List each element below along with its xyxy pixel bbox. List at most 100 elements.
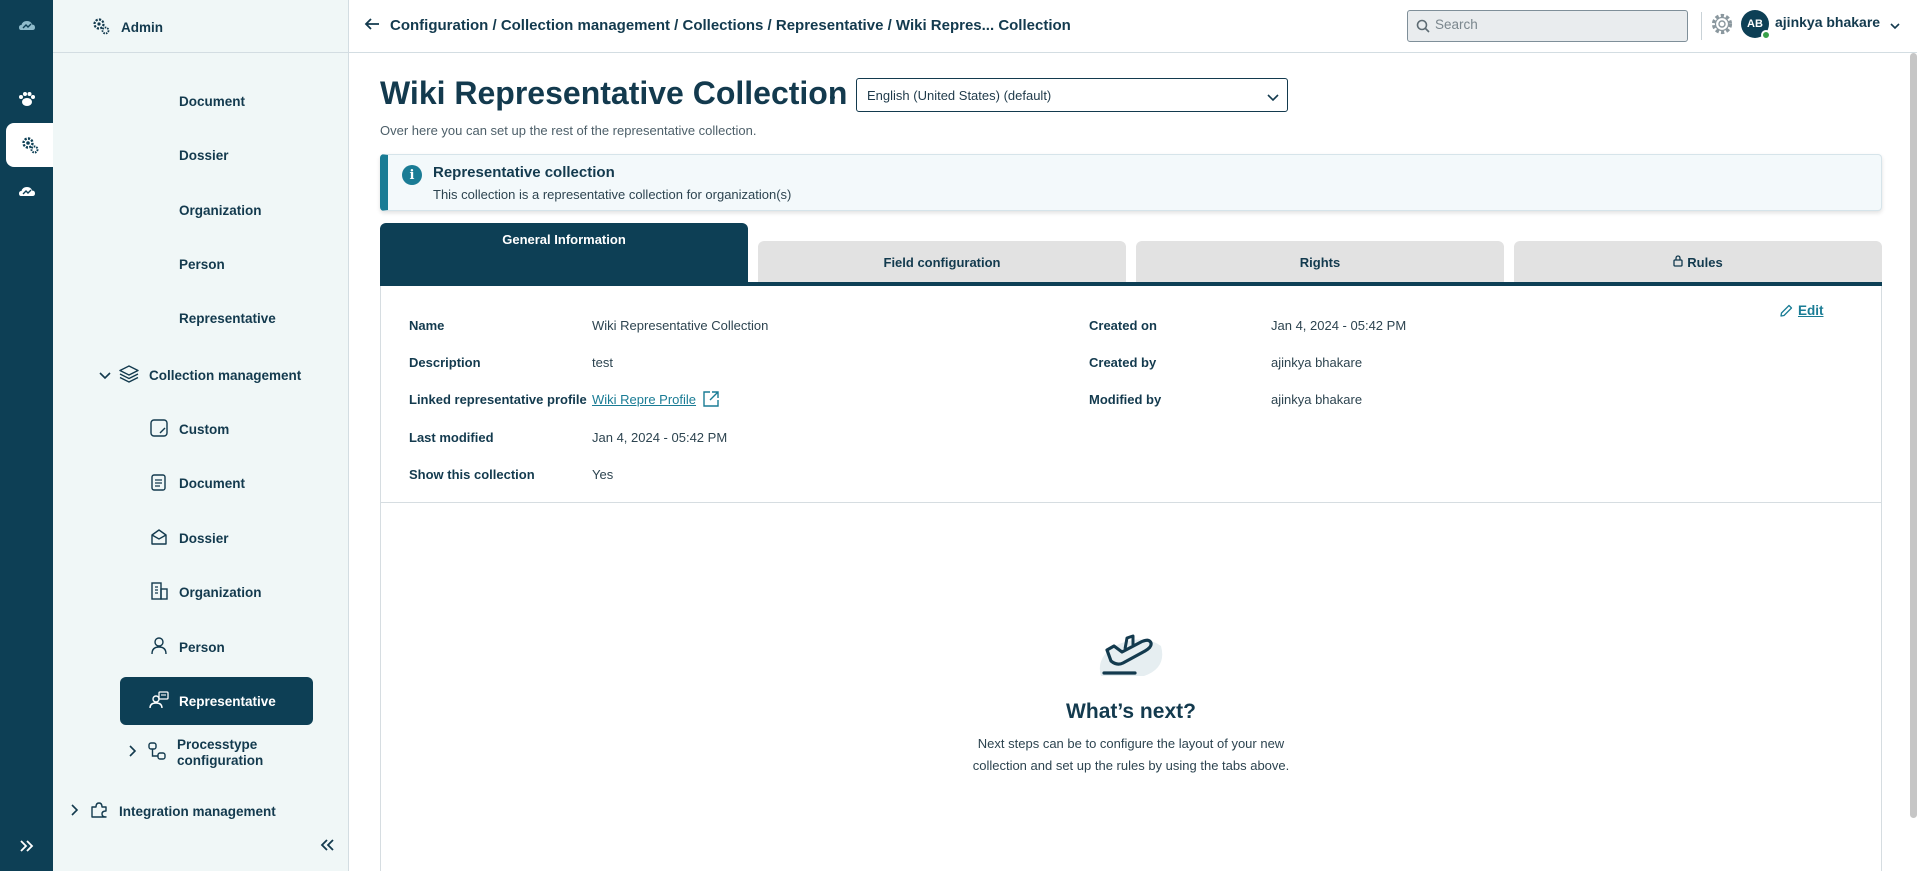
modified-by-label: Modified by: [1089, 392, 1162, 407]
tab-field-configuration[interactable]: Field configuration: [758, 241, 1126, 283]
tab-label: Rules: [1687, 254, 1723, 270]
avatar[interactable]: AB: [1741, 10, 1771, 40]
sidebar-item-person-top[interactable]: Person: [179, 257, 225, 272]
admin-gear-icon[interactable]: [6, 123, 53, 167]
description-label: Description: [409, 355, 481, 370]
expand-rail-icon[interactable]: [0, 824, 53, 868]
chevron-right-icon: [71, 804, 79, 819]
avatar-initials: AB: [1747, 18, 1763, 30]
search-input[interactable]: [1435, 17, 1675, 32]
sidebar-item-label: Processtype configuration: [177, 737, 264, 768]
sidebar-item-label: Dossier: [179, 531, 229, 546]
external-link-icon[interactable]: [702, 390, 720, 413]
settings-gear-icon[interactable]: [1709, 11, 1735, 42]
user-name[interactable]: ajinkya bhakare: [1775, 14, 1880, 30]
sidebar-item-representative[interactable]: Representative: [149, 690, 276, 713]
linked-profile-link[interactable]: Wiki Repre Profile: [592, 392, 696, 407]
created-by-value: ajinkya bhakare: [1271, 355, 1363, 370]
sidebar-item-organization-top[interactable]: Organization: [179, 203, 262, 218]
tab-label: Field configuration: [883, 254, 1001, 270]
created-on-value: Jan 4, 2024 - 05:42 PM: [1271, 318, 1407, 333]
sidebar-item-label: Admin: [121, 20, 163, 35]
chevron-right-icon: [129, 745, 137, 761]
scrollbar[interactable]: [1910, 53, 1917, 818]
logo-icon[interactable]: [0, 4, 53, 48]
sidebar-item-document[interactable]: Document: [149, 472, 245, 495]
breadcrumb[interactable]: Configuration / Collection management / …: [390, 17, 1071, 34]
edit-button[interactable]: Edit: [1798, 303, 1824, 318]
search-icon: [1416, 19, 1430, 38]
description-value: test: [592, 355, 613, 370]
whats-next-line: collection and set up the rules by using…: [972, 758, 1290, 773]
sidebar-item-label: Representative: [179, 694, 276, 709]
process-icon: [147, 741, 167, 765]
lock-icon: [1673, 254, 1683, 270]
sidebar-item-document-top[interactable]: Document: [179, 94, 245, 109]
chevron-down-icon: [99, 368, 111, 383]
tab-label: General Information: [502, 232, 626, 247]
sidebar-item-label: Representative: [179, 311, 276, 326]
sidebar-item-dossier[interactable]: Dossier: [149, 527, 229, 550]
search-box[interactable]: [1407, 10, 1688, 42]
cloud-icon[interactable]: [0, 170, 53, 214]
last-modified-value: Jan 4, 2024 - 05:42 PM: [592, 430, 728, 445]
modified-by-value: ajinkya bhakare: [1271, 392, 1363, 407]
info-banner-title: Representative collection: [433, 164, 615, 181]
sidebar-item-label: Dossier: [179, 148, 229, 163]
sidebar-item-person[interactable]: Person: [149, 636, 225, 659]
sidebar-item-processtype[interactable]: Processtype configuration: [129, 737, 263, 769]
pencil-icon[interactable]: [1779, 304, 1793, 323]
tab-general-information[interactable]: General Information: [380, 223, 748, 283]
tab-rights[interactable]: Rights: [1136, 241, 1504, 283]
top-bar: Configuration / Collection management / …: [349, 0, 1917, 53]
last-modified-label: Last modified: [409, 430, 494, 445]
created-by-label: Created by: [1089, 355, 1157, 370]
sidebar-item-integration-management[interactable]: Integration management: [71, 800, 276, 823]
name-label: Name: [409, 318, 445, 333]
paw-icon[interactable]: [0, 77, 53, 121]
online-status-icon: [1761, 30, 1771, 40]
whats-next-title: What’s next?: [1066, 700, 1196, 723]
show-collection-value: Yes: [592, 467, 614, 482]
custom-doc-icon: [149, 418, 169, 441]
sidebar-item-dossier-top[interactable]: Dossier: [179, 148, 229, 163]
title-dot: [830, 95, 835, 100]
info-banner: i Representative collection This collect…: [380, 154, 1882, 211]
divider: [1701, 12, 1702, 40]
sidebar-item-label: Person: [179, 640, 225, 655]
page-title: Wiki Representative Collection: [380, 75, 848, 111]
tab-panel: [380, 286, 1882, 871]
name-value: Wiki Representative Collection: [592, 318, 769, 333]
info-icon: i: [402, 165, 422, 185]
representative-icon: [149, 690, 169, 713]
sidebar-item-label: Document: [179, 94, 246, 109]
sidebar-item-label: Integration management: [119, 804, 276, 819]
gear-icon: [91, 16, 111, 39]
language-select-value: English (United States) (default): [867, 88, 1052, 103]
document-icon: [149, 472, 169, 495]
sidebar-item-label: Person: [179, 257, 225, 272]
sidebar-item-organization[interactable]: Organization: [149, 581, 262, 604]
info-banner-text: This collection is a representative coll…: [433, 187, 792, 202]
sidebar-item-custom[interactable]: Custom: [149, 418, 229, 441]
sidebar-item-label: Document: [179, 476, 246, 491]
layers-icon: [119, 365, 139, 386]
building-icon: [149, 581, 169, 604]
collapse-sidebar-icon[interactable]: [319, 838, 335, 857]
whats-next-line: Next steps can be to configure the layou…: [977, 736, 1285, 751]
tab-rules[interactable]: Rules: [1514, 241, 1882, 283]
panel-divider: [380, 502, 1882, 503]
back-arrow-icon[interactable]: [364, 16, 380, 37]
sidebar-group-collection-management[interactable]: Collection management: [99, 365, 301, 386]
sidebar-item-label: Organization: [179, 585, 262, 600]
person-icon: [149, 636, 169, 659]
sidebar-item-representative-top[interactable]: Representative: [179, 311, 276, 326]
sidebar-item-admin[interactable]: Admin: [91, 16, 163, 39]
sidebar-nav: Admin Document Dossier Organization Pers…: [53, 0, 349, 871]
airplane-takeoff-icon: [1089, 616, 1169, 687]
show-collection-label: Show this collection: [409, 467, 535, 482]
sidebar-item-label: Custom: [179, 422, 230, 437]
chevron-down-icon[interactable]: [1890, 17, 1900, 35]
page-subtitle: Over here you can set up the rest of the…: [380, 123, 757, 138]
language-select[interactable]: English (United States) (default): [856, 78, 1288, 112]
